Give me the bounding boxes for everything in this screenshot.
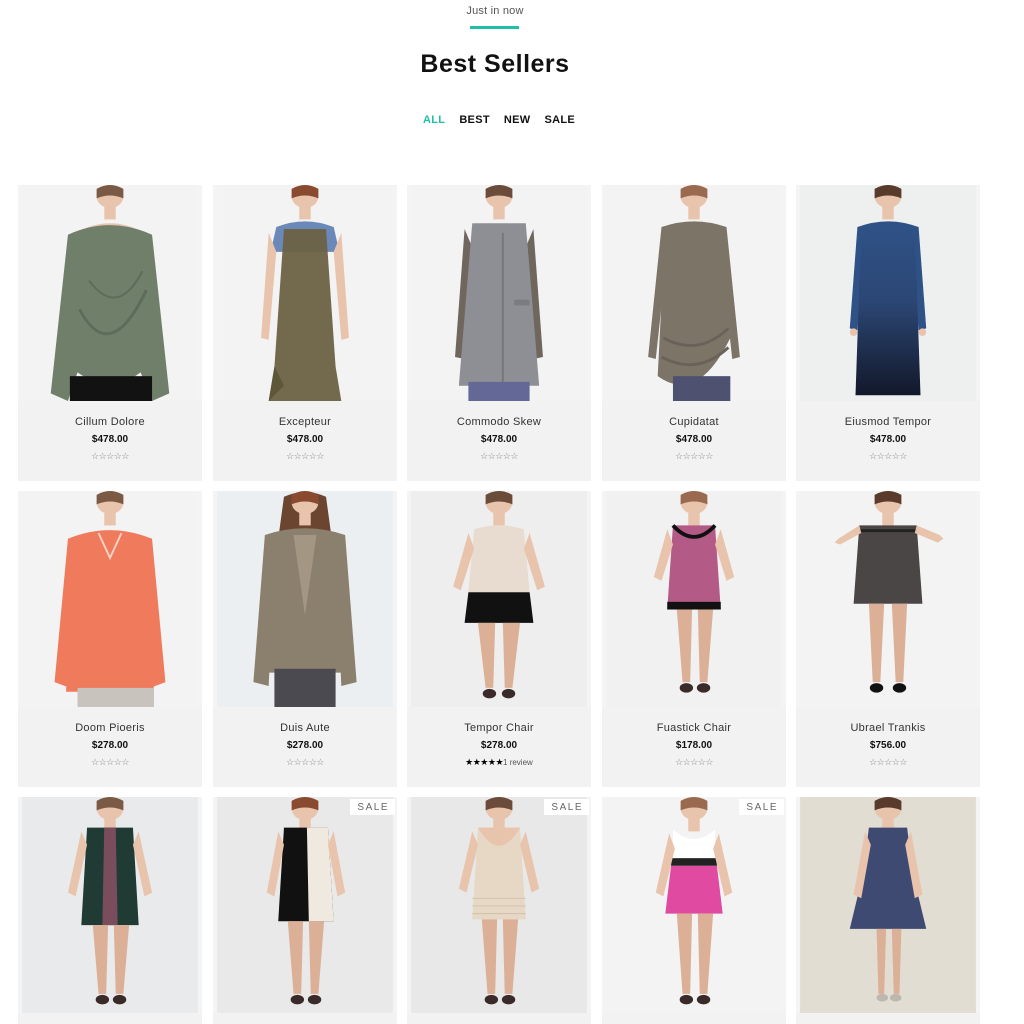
star-rating: ☆☆☆☆☆: [407, 451, 591, 462]
product-price: $478.00: [675, 434, 713, 445]
product-card[interactable]: Cupidatat $478.00 ☆☆☆☆☆: [602, 185, 786, 481]
product-card[interactable]: Duis Aute $278.00 ☆☆☆☆☆: [213, 491, 397, 787]
sale-badge: SALE: [544, 799, 589, 815]
product-price: $478.00: [869, 434, 907, 445]
product-price: $478.00: [91, 434, 129, 445]
product-price: $278.00: [480, 740, 518, 751]
product-image[interactable]: [407, 797, 591, 1013]
garment-photo-illustration: [606, 491, 782, 707]
product-image[interactable]: [602, 491, 786, 707]
product-image[interactable]: [407, 185, 591, 401]
rating-stars-icon: ★★★★★: [465, 757, 504, 767]
garment-photo-illustration: [22, 797, 198, 1013]
product-image[interactable]: [602, 185, 786, 401]
product-image[interactable]: [213, 491, 397, 707]
product-image[interactable]: [18, 491, 202, 707]
product-name[interactable]: Cupidatat: [602, 416, 786, 428]
star-rating: ☆☆☆☆☆: [18, 757, 202, 768]
product-image[interactable]: [602, 797, 786, 1013]
star-rating: ☆☆☆☆☆: [18, 451, 202, 462]
product-price: $278.00: [91, 740, 129, 751]
star-rating: ☆☆☆☆☆: [796, 757, 980, 768]
sale-badge: SALE: [739, 799, 784, 815]
garment-photo-illustration: [217, 797, 393, 1013]
eyebrow-underline: [470, 26, 519, 29]
product-name[interactable]: Doom Pioeris: [18, 722, 202, 734]
garment-photo-illustration: [411, 797, 587, 1013]
section-eyebrow: Just in now: [466, 5, 524, 17]
filter-tab-all[interactable]: ALL: [423, 114, 445, 126]
rating-stars-icon: ☆☆☆☆☆: [480, 451, 518, 461]
product-image[interactable]: [796, 491, 980, 707]
product-card[interactable]: Fuastick Chair $178.00 ☆☆☆☆☆: [602, 491, 786, 787]
product-price: $178.00: [675, 740, 713, 751]
product-card[interactable]: Eiusmod Tempor $478.00 ☆☆☆☆☆: [796, 185, 980, 481]
product-card[interactable]: Cillum Dolore $478.00 ☆☆☆☆☆: [18, 185, 202, 481]
garment-photo-illustration: [800, 797, 976, 1013]
product-image[interactable]: [213, 797, 397, 1013]
sale-badge: SALE: [350, 799, 395, 815]
rating-stars-icon: ☆☆☆☆☆: [869, 757, 907, 767]
garment-photo-illustration: [800, 185, 976, 401]
rating-stars-icon: ☆☆☆☆☆: [869, 451, 907, 461]
product-card[interactable]: Doom Pioeris $278.00 ☆☆☆☆☆: [18, 491, 202, 787]
product-price: $478.00: [286, 434, 324, 445]
product-image[interactable]: [796, 797, 980, 1013]
section-title: Best Sellers: [420, 50, 570, 78]
garment-photo-illustration: [411, 491, 587, 707]
product-image[interactable]: [796, 185, 980, 401]
product-name[interactable]: Ubrael Trankis: [796, 722, 980, 734]
product-name[interactable]: Fuastick Chair: [602, 722, 786, 734]
star-rating: ☆☆☆☆☆: [213, 757, 397, 768]
product-card[interactable]: SALE: [407, 797, 591, 1024]
rating-stars-icon: ☆☆☆☆☆: [286, 757, 324, 767]
product-name[interactable]: Eiusmod Tempor: [796, 416, 980, 428]
product-card[interactable]: Excepteur $478.00 ☆☆☆☆☆: [213, 185, 397, 481]
product-price: $478.00: [480, 434, 518, 445]
rating-stars-icon: ☆☆☆☆☆: [286, 451, 324, 461]
rating-stars-icon: ☆☆☆☆☆: [675, 757, 713, 767]
rating-stars-icon: ☆☆☆☆☆: [91, 451, 129, 461]
product-card[interactable]: [796, 797, 980, 1024]
product-image[interactable]: [18, 185, 202, 401]
garment-photo-illustration: [411, 185, 587, 401]
garment-photo-illustration: [22, 491, 198, 707]
product-price: $756.00: [869, 740, 907, 751]
product-card[interactable]: [18, 797, 202, 1024]
star-rating: ☆☆☆☆☆: [602, 757, 786, 768]
product-name[interactable]: Commodo Skew: [407, 416, 591, 428]
star-rating: ★★★★★1 review: [407, 757, 591, 768]
star-rating: ☆☆☆☆☆: [796, 451, 980, 462]
rating-stars-icon: ☆☆☆☆☆: [91, 757, 129, 767]
product-image[interactable]: [213, 185, 397, 401]
product-name[interactable]: Excepteur: [213, 416, 397, 428]
product-name[interactable]: Duis Aute: [213, 722, 397, 734]
star-rating: ☆☆☆☆☆: [213, 451, 397, 462]
product-name[interactable]: Tempor Chair: [407, 722, 591, 734]
filter-tabs: ALL BEST NEW SALE: [0, 114, 990, 126]
garment-photo-illustration: [606, 797, 782, 1013]
review-count-link[interactable]: 1 review: [503, 758, 533, 767]
product-price: $278.00: [286, 740, 324, 751]
garment-photo-illustration: [217, 491, 393, 707]
garment-photo-illustration: [800, 491, 976, 707]
filter-tab-sale[interactable]: SALE: [544, 114, 575, 126]
filter-tab-best[interactable]: BEST: [459, 114, 490, 126]
garment-photo-illustration: [22, 185, 198, 401]
product-image[interactable]: [407, 491, 591, 707]
rating-stars-icon: ☆☆☆☆☆: [675, 451, 713, 461]
product-card[interactable]: Ubrael Trankis $756.00 ☆☆☆☆☆: [796, 491, 980, 787]
garment-photo-illustration: [606, 185, 782, 401]
product-image[interactable]: [18, 797, 202, 1013]
product-card[interactable]: SALE: [213, 797, 397, 1024]
product-card[interactable]: SALE: [602, 797, 786, 1024]
garment-photo-illustration: [217, 185, 393, 401]
product-card[interactable]: Tempor Chair $278.00 ★★★★★1 review: [407, 491, 591, 787]
filter-tab-new[interactable]: NEW: [504, 114, 531, 126]
star-rating: ☆☆☆☆☆: [602, 451, 786, 462]
product-card[interactable]: Commodo Skew $478.00 ☆☆☆☆☆: [407, 185, 591, 481]
product-name[interactable]: Cillum Dolore: [18, 416, 202, 428]
